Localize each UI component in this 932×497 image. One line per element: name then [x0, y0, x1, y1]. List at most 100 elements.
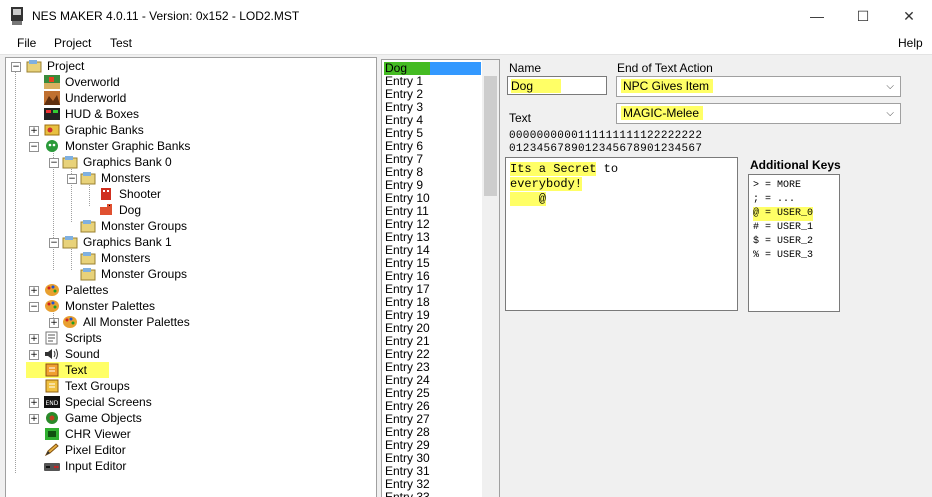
overworld-icon	[44, 75, 60, 89]
tree-line	[15, 70, 16, 473]
tree-item-input-editor[interactable]: Input Editor	[44, 458, 128, 474]
end-of-text-action-select[interactable]: NPC Gives Item ⌵	[616, 76, 901, 97]
tree-item-special-screens[interactable]: END Special Screens	[44, 394, 154, 410]
window-title: NES MAKER 4.0.11 - Version: 0x152 - LOD2…	[32, 9, 300, 23]
collapse-toggle[interactable]: −	[49, 158, 59, 168]
key-line: ; = ...	[753, 194, 796, 205]
folder-icon	[62, 236, 78, 249]
tree-line	[53, 150, 54, 270]
project-tree[interactable]: − Project Overworld Underworld HUD & Box…	[5, 57, 377, 497]
key-line: $ = USER_2	[753, 236, 814, 247]
tree-item-monsters[interactable]: Monsters	[80, 170, 152, 186]
list-scrollbar[interactable]	[482, 60, 499, 497]
expand-toggle[interactable]: +	[29, 398, 39, 408]
collapse-toggle[interactable]: −	[11, 62, 21, 72]
tree-item-project[interactable]: Project	[26, 58, 86, 74]
text-line-3: @	[510, 192, 547, 206]
menu-help[interactable]: Help	[898, 36, 923, 50]
collapse-toggle[interactable]: −	[49, 238, 59, 248]
palette-icon	[63, 316, 77, 328]
tree-item-text[interactable]: Text	[26, 362, 112, 378]
folder-icon	[80, 220, 96, 233]
palette-icon	[45, 300, 59, 312]
tree-item-monster-groups-1[interactable]: Monster Groups	[80, 266, 189, 282]
app-icon	[11, 7, 23, 25]
tree-item-hud[interactable]: HUD & Boxes	[44, 106, 141, 122]
tree-item-overworld[interactable]: Overworld	[44, 74, 122, 90]
collapse-toggle[interactable]: −	[29, 142, 39, 152]
name-label: Name	[509, 61, 542, 75]
key-line-highlighted: @ = USER_0	[753, 207, 814, 221]
tree-item-game-objects[interactable]: Game Objects	[44, 410, 144, 426]
tree-item-graphic-banks[interactable]: Graphic Banks	[44, 122, 146, 138]
tree-item-shooter[interactable]: Shooter	[98, 186, 163, 202]
text-groups-icon	[45, 379, 59, 393]
column-ruler-tens: 0000000000111111111122222222	[509, 130, 703, 142]
tree-item-underworld[interactable]: Underworld	[44, 90, 128, 106]
tree-item-scripts[interactable]: Scripts	[44, 330, 104, 346]
column-ruler-ones: 0123456789012345678901234567	[509, 143, 703, 155]
shooter-sprite-icon	[101, 188, 111, 200]
chevron-down-icon: ⌵	[886, 108, 894, 119]
expand-toggle[interactable]: +	[29, 286, 39, 296]
tree-item-monsters-1[interactable]: Monsters	[80, 250, 152, 266]
close-button[interactable]: ✕	[886, 0, 932, 32]
tree-item-all-monster-palettes[interactable]: All Monster Palettes	[62, 314, 192, 330]
monster-icon	[46, 140, 58, 152]
underworld-icon	[44, 91, 60, 105]
tree-item-pixel-editor[interactable]: Pixel Editor	[44, 442, 128, 458]
text-line-2: everybody!	[510, 177, 583, 191]
tree-item-monster-palettes[interactable]: Monster Palettes	[44, 298, 157, 314]
maximize-button[interactable]: ☐	[840, 0, 886, 32]
end-of-text-action-value: NPC Gives Item	[621, 79, 714, 93]
tree-item-chr-viewer[interactable]: CHR Viewer	[44, 426, 133, 442]
entry-list[interactable]: Dog Entry 1 Entry 2 Entry 3 Entry 4 Entry 5 En…	[381, 59, 500, 497]
tree-item-sound[interactable]: Sound	[44, 346, 102, 362]
end-screen-icon: END	[44, 396, 60, 408]
expand-toggle[interactable]: +	[29, 414, 39, 424]
key-line: % = USER_3	[753, 250, 814, 261]
menu-test[interactable]: Test	[110, 36, 132, 50]
text-icon	[45, 363, 59, 377]
expand-toggle[interactable]: +	[29, 350, 39, 360]
palette-icon	[45, 284, 59, 296]
svg-text:END: END	[46, 400, 59, 407]
tree-item-dog[interactable]: Dog	[98, 202, 143, 218]
dog-sprite-icon	[100, 204, 112, 215]
menu-project[interactable]: Project	[54, 36, 91, 50]
name-value: Dog	[511, 79, 562, 93]
text-item-select[interactable]: MAGIC-Melee ⌵	[616, 103, 901, 124]
title-bar: NES MAKER 4.0.11 - Version: 0x152 - LOD2…	[0, 0, 932, 32]
folder-icon	[80, 252, 96, 265]
tree-item-text-groups[interactable]: Text Groups	[44, 378, 132, 394]
menu-bar: File Project Test Help	[0, 32, 932, 54]
expand-toggle[interactable]: +	[29, 126, 39, 136]
expand-toggle[interactable]: +	[49, 318, 59, 328]
chevron-down-icon: ⌵	[886, 81, 894, 92]
controller-icon	[44, 463, 60, 471]
scroll-thumb[interactable]	[484, 76, 497, 196]
additional-keys-box: > = MORE ; = ... @ = USER_0 # = USER_1 $…	[748, 174, 840, 312]
folder-icon	[62, 156, 78, 169]
tree-item-monster-graphic-banks[interactable]: Monster Graphic Banks	[44, 138, 192, 154]
menu-file[interactable]: File	[17, 36, 36, 50]
collapse-toggle[interactable]: −	[29, 302, 39, 312]
entry-item[interactable]: Entry 33	[385, 491, 430, 497]
key-line: # = USER_1	[753, 222, 814, 233]
text-line-1-rest: to	[596, 162, 619, 176]
tree-item-monster-groups[interactable]: Monster Groups	[80, 218, 189, 234]
scripts-icon	[45, 331, 58, 345]
menu-divider	[0, 54, 932, 55]
end-of-text-action-label: End of Text Action	[617, 61, 713, 75]
expand-toggle[interactable]: +	[29, 334, 39, 344]
additional-keys-title: Additional Keys	[750, 158, 841, 172]
tree-item-graphics-bank-0[interactable]: Graphics Bank 0	[62, 154, 174, 170]
name-input[interactable]: Dog	[507, 76, 607, 95]
text-label: Text	[509, 111, 532, 125]
key-line: > = MORE	[753, 180, 802, 191]
tree-item-graphics-bank-1[interactable]: Graphics Bank 1	[62, 234, 174, 250]
minimize-button[interactable]: —	[794, 0, 840, 32]
text-editor[interactable]: Its a Secret to everybody! @	[505, 157, 738, 311]
collapse-toggle[interactable]: −	[67, 174, 77, 184]
tree-item-palettes[interactable]: Palettes	[44, 282, 110, 298]
